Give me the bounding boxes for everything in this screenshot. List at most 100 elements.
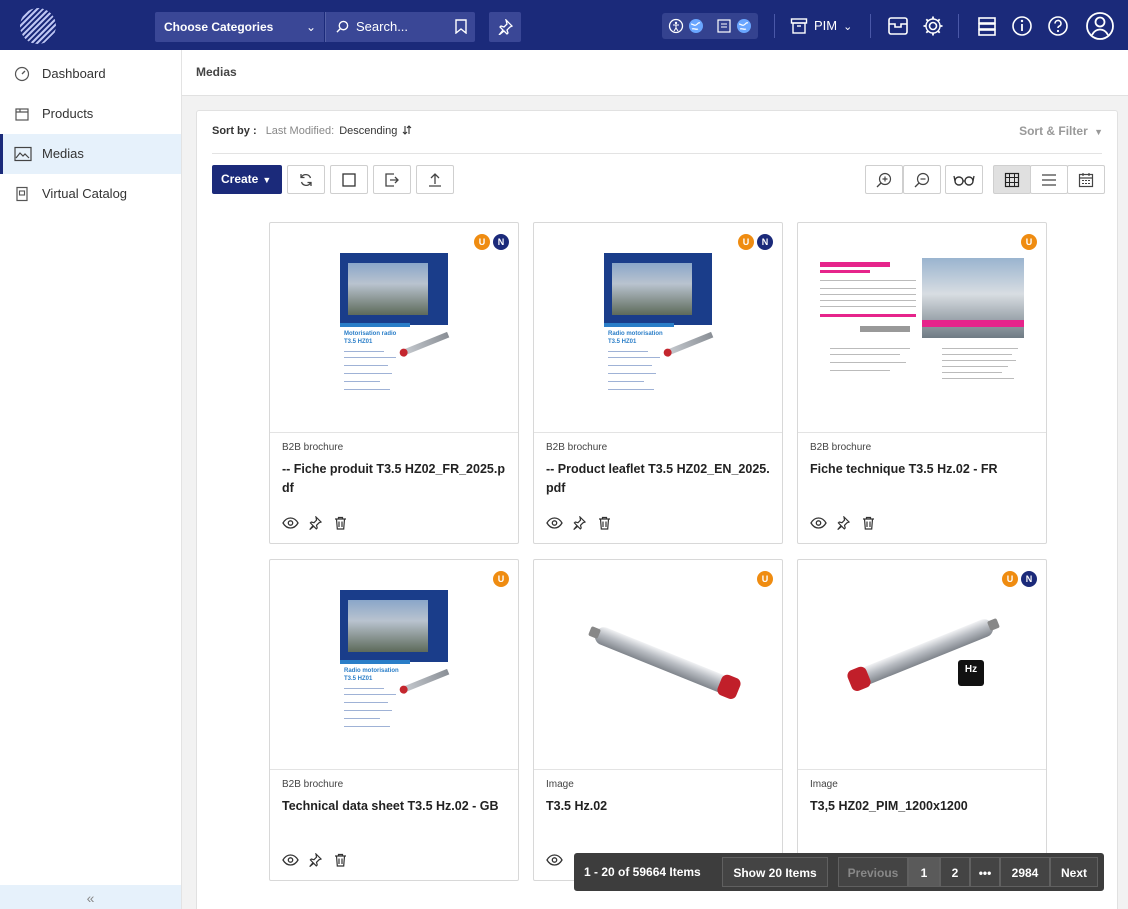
sidebar: Dashboard Products Medias Virtual Catalo… xyxy=(0,50,182,909)
page-button[interactable]: 2984 xyxy=(1000,857,1050,887)
media-type: Image xyxy=(810,779,838,790)
media-name[interactable]: Technical data sheet T3.5 Hz.02 - GB xyxy=(282,797,512,816)
media-thumbnail[interactable]: Motorisation radio T3.5 HZ01 xyxy=(270,223,518,433)
media-name[interactable]: -- Fiche produit T3.5 HZ02_FR_2025.pdf xyxy=(282,460,512,498)
list-view-button[interactable] xyxy=(1030,165,1068,194)
badge-u: U xyxy=(1021,234,1037,250)
preview-toggle-button[interactable] xyxy=(945,165,983,194)
page-button[interactable]: 2 xyxy=(940,857,970,887)
brochure-preview: Radio motorisation T3.5 HZ01 xyxy=(340,590,450,738)
refresh-button[interactable] xyxy=(287,165,325,194)
virtual-catalog-icon xyxy=(16,186,28,202)
sidebar-item-virtual-catalog[interactable]: Virtual Catalog xyxy=(0,174,181,214)
status-badges: U xyxy=(1018,232,1037,250)
sidebar-item-products[interactable]: Products xyxy=(0,94,181,134)
app-logo[interactable] xyxy=(20,8,56,44)
pin-button[interactable] xyxy=(489,12,521,42)
media-thumbnail[interactable]: Hz xyxy=(798,560,1046,770)
sort-filter-toggle[interactable]: Sort & Filter ▼ xyxy=(1019,124,1103,138)
accessibility-icon[interactable] xyxy=(668,18,684,34)
trash-icon[interactable] xyxy=(598,516,611,535)
checkbox-icon xyxy=(342,172,356,187)
eye-icon[interactable] xyxy=(546,516,563,534)
gear-icon[interactable] xyxy=(921,14,945,38)
media-card[interactable]: Motorisation radio T3.5 HZ01 UN B2B broc… xyxy=(269,222,519,544)
chevron-down-icon: ⌄ xyxy=(305,20,316,34)
thumb-title: Radio motorisation xyxy=(608,331,663,337)
pin-icon[interactable] xyxy=(572,515,587,535)
info-icon[interactable] xyxy=(1010,14,1034,38)
upload-button[interactable] xyxy=(416,165,454,194)
page-ellipsis[interactable]: ••• xyxy=(970,857,1000,887)
language-switcher[interactable] xyxy=(662,13,758,39)
media-thumbnail[interactable]: Radio motorisation T3.5 HZ01 xyxy=(270,560,518,770)
media-name[interactable]: T3.5 Hz.02 xyxy=(546,797,776,816)
divider xyxy=(774,14,775,38)
pin-icon[interactable] xyxy=(308,852,323,872)
sort-order-icon[interactable] xyxy=(402,125,412,135)
chevron-down-icon: ⌄ xyxy=(843,21,853,33)
pin-icon[interactable] xyxy=(308,515,323,535)
sidebar-item-dashboard[interactable]: Dashboard xyxy=(0,54,181,94)
eye-icon[interactable] xyxy=(546,853,563,871)
dashboard-icon xyxy=(14,66,30,82)
media-card[interactable]: Hz UN Image T3,5 HZ02_PIM_1200x1200 xyxy=(797,559,1047,881)
media-thumbnail[interactable]: Radio motorisation T3.5 HZ01 xyxy=(534,223,782,433)
archive-icon xyxy=(790,18,808,34)
next-page-button[interactable]: Next xyxy=(1050,857,1098,887)
create-button[interactable]: Create ▼ xyxy=(212,165,282,194)
search-icon xyxy=(336,20,349,33)
media-card[interactable]: U B2B brochure Fiche technique T3.5 Hz.0… xyxy=(797,222,1047,544)
category-select-label: Choose Categories xyxy=(164,20,274,34)
catalog-icon[interactable] xyxy=(716,18,732,34)
calendar-view-button[interactable] xyxy=(1067,165,1105,194)
grid-view-button[interactable] xyxy=(993,165,1031,194)
media-thumbnail[interactable] xyxy=(534,560,782,770)
page-button[interactable]: 1 xyxy=(908,857,940,887)
calendar-icon xyxy=(1078,172,1094,187)
sort-field[interactable]: Last Modified: xyxy=(266,125,334,137)
media-card[interactable]: U Image T3.5 Hz.02 xyxy=(533,559,783,881)
inbox-icon[interactable] xyxy=(886,14,910,38)
previous-page-button[interactable]: Previous xyxy=(838,857,908,887)
zoom-out-button[interactable] xyxy=(903,165,941,194)
eye-icon[interactable] xyxy=(282,516,299,534)
divider xyxy=(870,14,871,38)
media-card[interactable]: Radio motorisation T3.5 HZ01 U B2B broch… xyxy=(269,559,519,881)
eye-icon[interactable] xyxy=(282,853,299,871)
globe-icon[interactable] xyxy=(736,18,752,34)
search-placeholder: Search... xyxy=(356,19,409,34)
media-card[interactable]: Radio motorisation T3.5 HZ01 UN B2B broc… xyxy=(533,222,783,544)
trash-icon[interactable] xyxy=(334,853,347,872)
pin-icon xyxy=(498,19,513,35)
bookmark-icon[interactable] xyxy=(455,19,467,34)
trash-icon[interactable] xyxy=(334,516,347,535)
page-title: Medias xyxy=(196,65,237,79)
media-name[interactable]: -- Product leaflet T3.5 HZ02_EN_2025.pdf xyxy=(546,460,776,498)
module-switcher[interactable]: PIM ⌄ xyxy=(790,14,852,38)
pin-icon[interactable] xyxy=(836,515,851,535)
media-name[interactable]: T3,5 HZ02_PIM_1200x1200 xyxy=(810,797,1040,816)
media-name[interactable]: Fiche technique T3.5 Hz.02 - FR xyxy=(810,460,1040,479)
sidebar-collapse-button[interactable]: « xyxy=(0,885,181,909)
server-icon[interactable] xyxy=(975,14,999,38)
sort-direction[interactable]: Descending xyxy=(339,125,397,137)
user-avatar-icon[interactable] xyxy=(1085,11,1115,41)
globe-icon[interactable] xyxy=(688,18,704,34)
media-thumbnail[interactable] xyxy=(798,223,1046,433)
sidebar-item-medias[interactable]: Medias xyxy=(0,134,181,174)
export-button[interactable] xyxy=(373,165,411,194)
export-icon xyxy=(385,172,399,187)
eye-icon[interactable] xyxy=(810,516,827,534)
brochure-preview: Motorisation radio T3.5 HZ01 xyxy=(340,253,450,401)
badge-n: N xyxy=(1021,571,1037,587)
status-badges: UN xyxy=(999,569,1037,587)
trash-icon[interactable] xyxy=(862,516,875,535)
category-select[interactable]: Choose Categories ⌄ xyxy=(155,12,324,42)
zoom-in-button[interactable] xyxy=(865,165,903,194)
help-icon[interactable] xyxy=(1046,14,1070,38)
select-all-button[interactable] xyxy=(330,165,368,194)
search-input[interactable]: Search... xyxy=(325,12,475,42)
page-size-button[interactable]: Show 20 Items xyxy=(722,857,828,887)
status-badges: U xyxy=(490,569,509,587)
